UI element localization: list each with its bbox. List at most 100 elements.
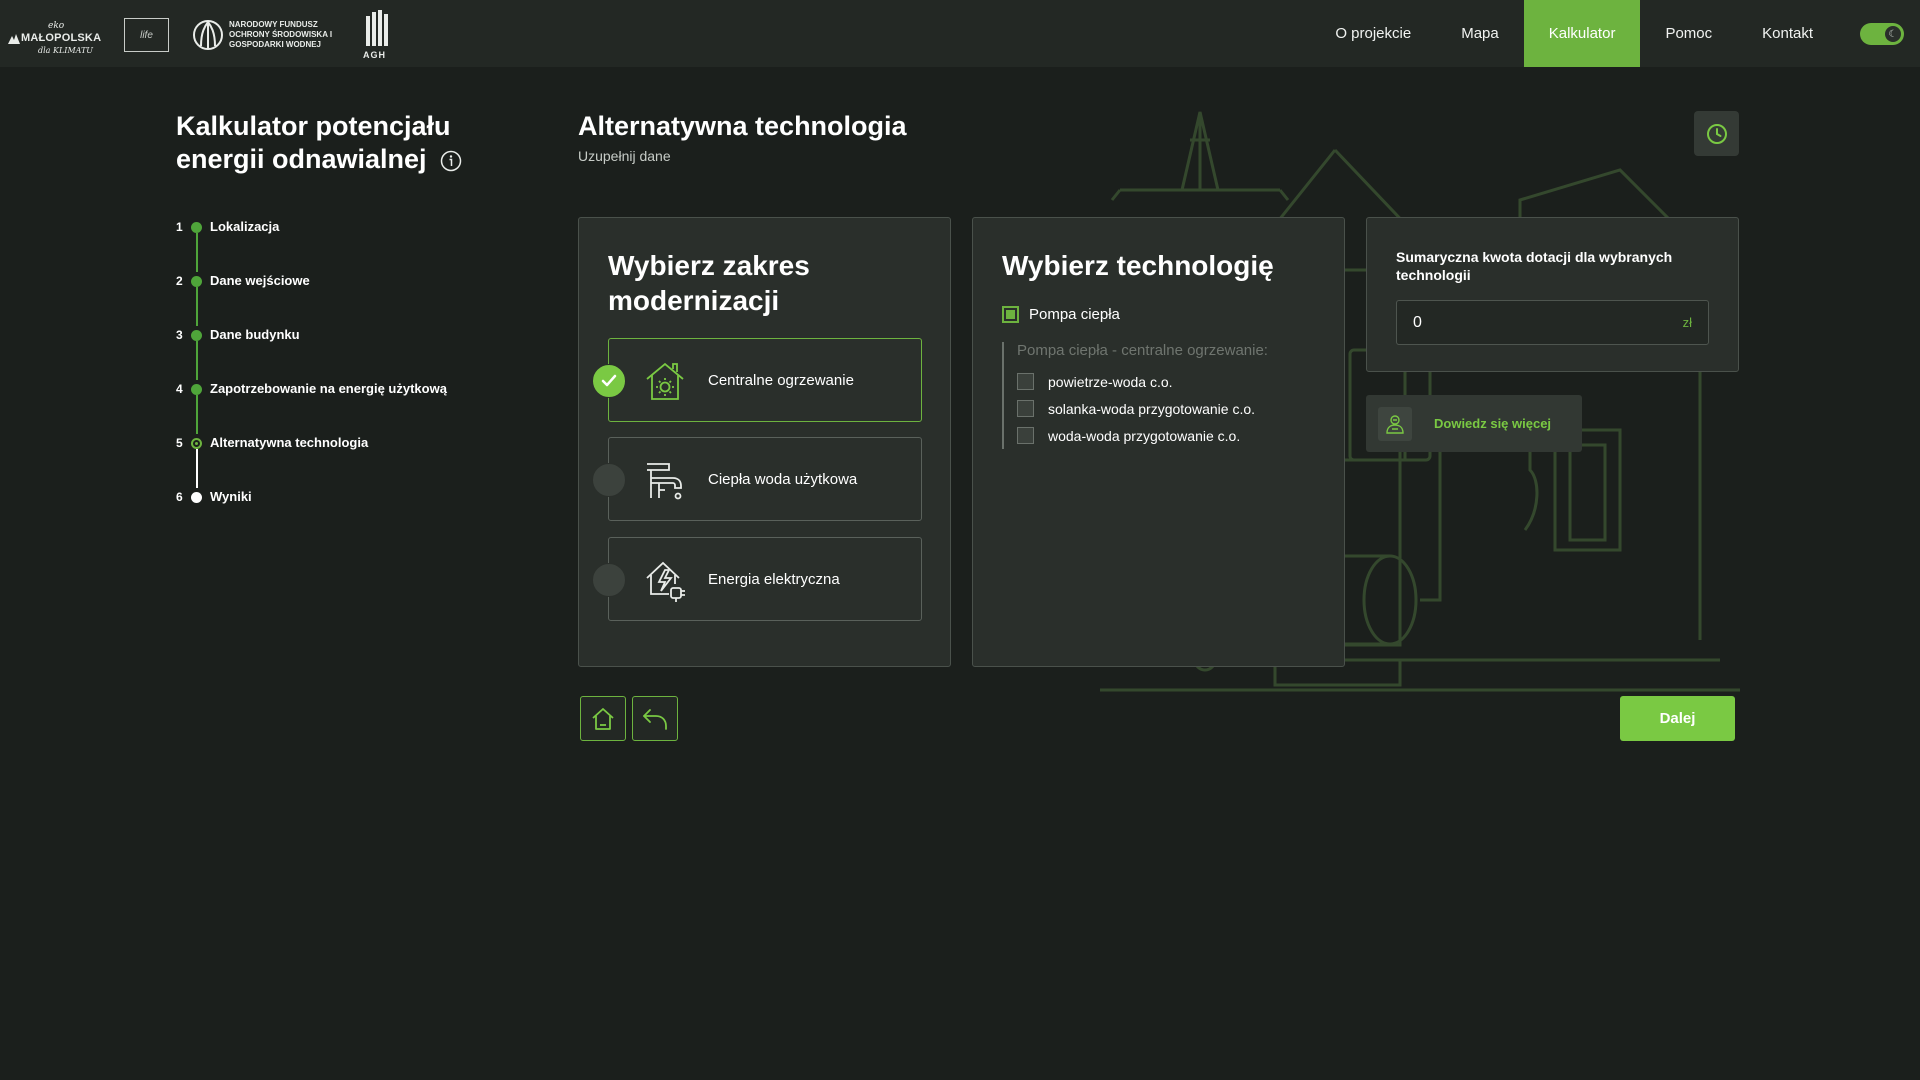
water-tap-icon (647, 463, 682, 500)
step-number: 4 (176, 382, 183, 396)
advisor-glyph (1386, 414, 1404, 434)
learn-more-button[interactable]: Dowiedz się więcej (1366, 395, 1582, 452)
info-icon[interactable] (440, 150, 462, 172)
step-connector (196, 341, 198, 380)
page-title: Alternatywna technologia (578, 111, 907, 141)
checkbox-unchecked[interactable] (1017, 427, 1034, 444)
step-number: 6 (176, 490, 183, 504)
main-nav: O projekcie Mapa Kalkulator Pomoc Kontak… (1310, 0, 1838, 67)
heat-pump-options: Pompa ciepła - centralne ogrzewanie: pow… (1002, 342, 1322, 449)
option-label: Centralne ogrzewanie (708, 372, 854, 389)
subsidy-value: 0 (1413, 313, 1422, 331)
step-todo-dot (191, 492, 202, 503)
nfos-mark-icon (193, 20, 223, 50)
checkbox-woda-woda[interactable]: woda-woda przygotowanie c.o. (1017, 422, 1322, 449)
nav-item-mapa[interactable]: Mapa (1436, 0, 1524, 67)
technology-card: Wybierz technologię Pompa ciepła Pompa c… (972, 217, 1345, 667)
step-label: Wyniki (210, 489, 252, 504)
step-label: Alternatywna technologia (210, 435, 369, 450)
technology-title: Wybierz technologię (1002, 250, 1274, 281)
home-button[interactable] (580, 696, 626, 741)
modernization-card: Wybierz zakres modernizacji Centralne og… (578, 217, 951, 667)
step-connector (196, 395, 198, 434)
nfos-logo[interactable]: NARODOWY FUNDUSZ OCHRONY ŚRODOWISKA I GO… (193, 18, 339, 52)
step-number: 2 (176, 274, 183, 288)
nav-item-kontakt[interactable]: Kontakt (1737, 0, 1838, 67)
step-wyniki[interactable]: 6 Wyniki (176, 488, 252, 542)
logo-life-text: life (140, 29, 153, 41)
checkbox-pompa-ciepla[interactable]: Pompa ciepła (1002, 306, 1120, 323)
house-electric-icon (646, 561, 685, 602)
mountain-icon (8, 34, 20, 44)
step-done-dot (191, 276, 202, 287)
radio-selected[interactable] (592, 364, 626, 398)
step-number: 1 (176, 220, 183, 234)
step-number: 5 (176, 436, 183, 450)
nav-item-pomoc[interactable]: Pomoc (1640, 0, 1737, 67)
page-subtitle: Uzupełnij dane (578, 148, 671, 164)
logo-eko-text: eko (48, 21, 65, 31)
next-button[interactable]: Dalej (1620, 696, 1735, 741)
progress-steps: 1 Lokalizacja 2 Dane wejściowe 3 Dane bu… (176, 218, 447, 542)
history-button[interactable] (1694, 111, 1739, 156)
subsidy-amount-field[interactable]: 0 zł (1396, 300, 1709, 345)
nav-item-kalkulator[interactable]: Kalkulator (1523, 0, 1641, 67)
step-done-dot (191, 384, 202, 395)
step-zapotrzebowanie[interactable]: 4 Zapotrzebowanie na energię użytkową (176, 380, 447, 434)
step-done-dot (191, 222, 202, 233)
step-alternatywna-technologia[interactable]: 5 Alternatywna technologia (176, 434, 368, 488)
step-done-dot (191, 330, 202, 341)
step-connector (196, 287, 198, 326)
malopolska-logo[interactable]: eko MAŁOPOLSKA dla KLIMATU (8, 15, 102, 55)
learn-more-label: Dowiedz się więcej (1434, 416, 1552, 431)
top-bar: eko MAŁOPOLSKA dla KLIMATU life NARODOWY… (0, 0, 1920, 67)
step-lokalizacja[interactable]: 1 Lokalizacja (176, 218, 279, 272)
agh-text: AGH (363, 50, 386, 60)
theme-toggle[interactable]: ☾ (1860, 23, 1904, 45)
house-heating-icon (646, 362, 684, 400)
checkbox-label: solanka-woda przygotowanie c.o. (1048, 400, 1256, 417)
step-label: Lokalizacja (210, 219, 280, 234)
currency-unit: zł (1682, 315, 1692, 330)
nfos-text: NARODOWY FUNDUSZ OCHRONY ŚRODOWISKA I GO… (229, 20, 333, 49)
undo-arrow-icon (643, 708, 667, 730)
back-button[interactable] (632, 696, 678, 741)
step-number: 3 (176, 328, 183, 342)
checkbox-powietrze-woda[interactable]: powietrze-woda c.o. (1017, 368, 1322, 395)
checkbox-unchecked[interactable] (1017, 373, 1034, 390)
option-label: Energia elektryczna (708, 571, 840, 588)
home-icon (592, 707, 614, 730)
checkbox-unchecked[interactable] (1017, 400, 1034, 417)
step-dane-wejsciowe[interactable]: 2 Dane wejściowe (176, 272, 310, 326)
agh-logo[interactable]: AGH (363, 10, 393, 60)
step-label: Dane wejściowe (210, 273, 310, 288)
step-dane-budynku[interactable]: 3 Dane budynku (176, 326, 300, 380)
checkbox-label: Pompa ciepła (1029, 306, 1120, 323)
checkbox-label: woda-woda przygotowanie c.o. (1048, 427, 1241, 444)
option-energia-elektryczna[interactable]: Energia elektryczna (592, 537, 922, 621)
logo-malopolska-text: MAŁOPOLSKA (21, 32, 102, 44)
option-ciepla-woda[interactable]: Ciepła woda użytkowa (592, 437, 922, 521)
agh-mark-icon (366, 10, 388, 46)
option-centralne-ogrzewanie[interactable]: Centralne ogrzewanie (592, 338, 922, 422)
step-label: Zapotrzebowanie na energię użytkową (210, 381, 447, 396)
radio-unselected[interactable] (592, 563, 626, 597)
radio-unselected[interactable] (592, 463, 626, 497)
modernization-title: Wybierz zakres modernizacji (608, 250, 810, 316)
calculator-title: Kalkulator potencjału energii odnawialne… (176, 110, 506, 176)
eu-life-logo[interactable]: life (124, 18, 169, 52)
check-icon (601, 374, 617, 387)
step-connector (196, 449, 198, 488)
logo-klimat-text: dla KLIMATU (38, 46, 94, 55)
checkbox-checked[interactable] (1002, 306, 1019, 323)
checkbox-label: powietrze-woda c.o. (1048, 373, 1173, 390)
checkbox-solanka-woda[interactable]: solanka-woda przygotowanie c.o. (1017, 395, 1322, 422)
partner-logos: eko MAŁOPOLSKA dla KLIMATU life NARODOWY… (8, 10, 393, 60)
moon-icon: ☾ (1885, 26, 1901, 42)
step-connector (196, 233, 198, 272)
subsidy-label: Sumaryczna kwota dotacji dla wybranych t… (1396, 249, 1673, 283)
heat-pump-group-title: Pompa ciepła - centralne ogrzewanie: (1017, 342, 1268, 359)
nav-item-o-projekcie[interactable]: O projekcie (1310, 0, 1436, 67)
advisor-icon (1378, 406, 1412, 441)
step-current-dot (191, 438, 202, 449)
